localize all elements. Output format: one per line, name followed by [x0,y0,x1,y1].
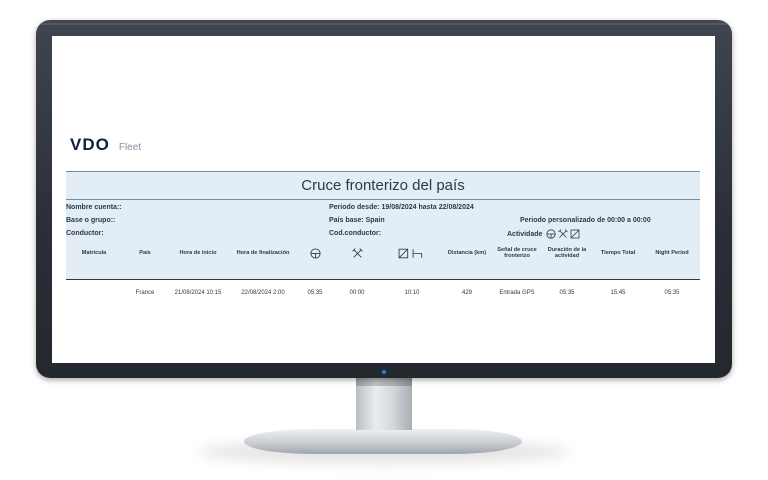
logo-product: Fleet [118,142,142,153]
group-label: Base o grupo:: [66,217,116,224]
monitor-screen: VDO Fleet Cruce fronterizo del país Nomb… [52,36,715,363]
cell-total-time: 15:45 [610,290,626,296]
cell-driving: 05:35 [307,290,323,296]
steering-wheel-icon [546,229,556,239]
col-border-signal: Señal de cruce fronterizo [497,246,537,260]
report-title: Cruce fronterizo del país [66,171,700,200]
activity-legend: Actividade [507,229,580,239]
cell-availability: 10:10 [404,290,420,296]
hammers-icon [351,247,363,258]
logo-brand: VDO [70,135,110,154]
col-end: Hora de finalización [236,249,290,256]
cell-distance: 429 [461,290,472,296]
col-distance: Distancia (km) [447,249,487,256]
cell-start: 21/08/2024 10:15 [174,290,222,296]
cell-work: 00:00 [349,290,365,296]
cell-plate [66,288,122,298]
col-plate: Matrícula [81,249,107,256]
cell-activity-duration: 05:35 [559,290,575,296]
account-label: Nombre cuenta:: [66,204,122,211]
hammers-icon [558,229,569,238]
col-country: País [139,249,151,256]
driver-code-label: Cod.conductor: [329,230,382,237]
cell-border-signal: Entrada GPS [499,290,535,296]
col-availability [382,241,442,265]
col-work [332,241,382,265]
availability-icon [570,229,580,239]
monitor-stand-base [244,429,522,454]
availability-rest-icon [398,248,423,258]
steering-wheel-icon [309,247,321,259]
col-activity-duration: Duración de la actividad [547,246,587,260]
col-night-period: Night Period [655,249,689,256]
cell-night-period: 05:35 [664,290,680,296]
cell-end: 22/08/2024 2:00 [241,290,285,296]
vdo-fleet-logo: VDO Fleet [70,135,142,154]
monitor-bezel: VDO Fleet Cruce fronterizo del país Nomb… [36,20,732,378]
power-indicator [382,370,386,374]
period-label: Periodo desde: 19/08/2024 hasta 22/08/20… [329,204,474,211]
custom-period-label: Periodo personalizado de 00:00 a 00:00 [520,217,651,224]
col-driving [298,241,332,265]
driver-label: Conductor: [66,230,104,237]
base-country-label: País base: Spain [329,217,385,224]
monitor-stand-neck [356,378,412,430]
activity-label: Actividade [507,230,543,238]
col-start: Hora de inicio [179,249,217,256]
col-total-time: Tiempo Total [600,249,636,256]
header-divider [66,279,700,280]
cell-country: France [135,290,155,296]
